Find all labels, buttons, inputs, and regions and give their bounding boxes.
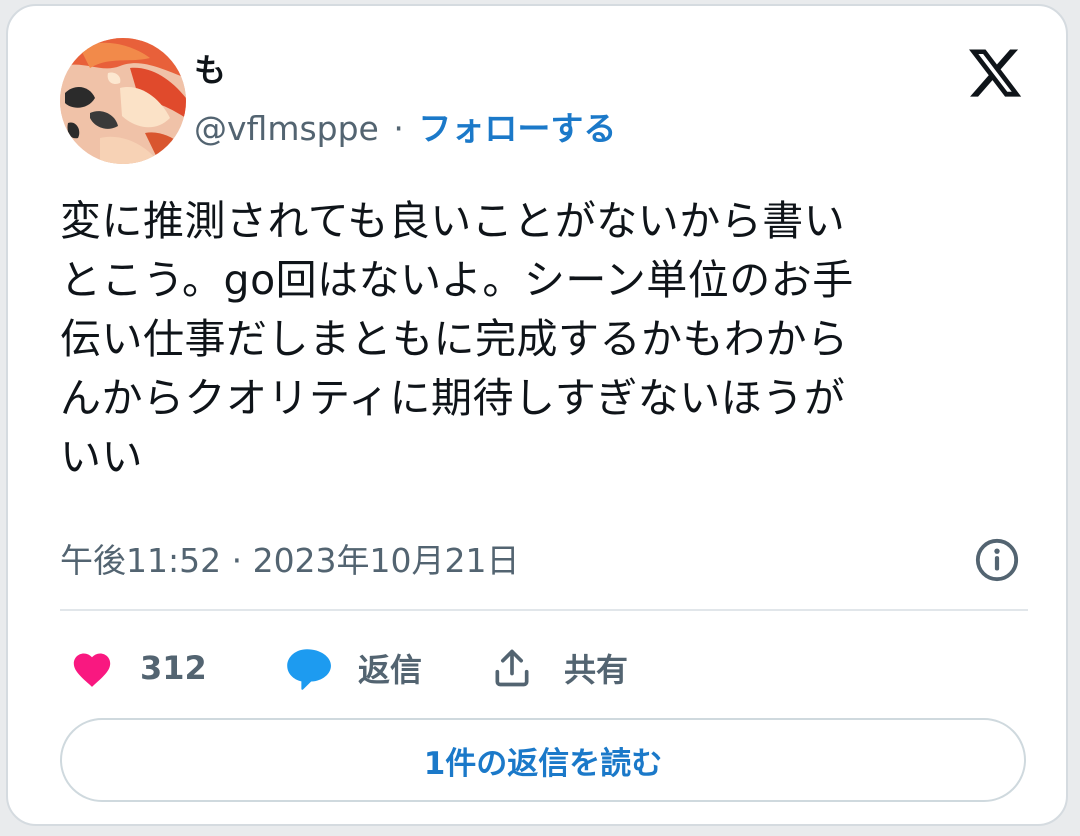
tweet-text-line: いい	[60, 433, 143, 481]
tweet-text-line: 変に推測されても良いことがないから書い	[60, 197, 846, 245]
like-count: 312	[140, 649, 207, 687]
reply-bubble-icon	[287, 649, 331, 690]
avatar[interactable]	[60, 38, 186, 164]
tweet-card: も @vflmsppe · フォローする 変に推測されても良いことがないから書い…	[6, 4, 1068, 826]
author-handle-row: @vflmsppe · フォローする	[194, 105, 616, 153]
tweet-timestamp[interactable]: 午後11:52 · 2023年10月21日	[60, 538, 520, 584]
info-icon[interactable]	[974, 537, 1020, 583]
like-button[interactable]: 312	[70, 640, 207, 696]
heart-icon	[73, 653, 111, 687]
author-name[interactable]: も	[194, 48, 226, 92]
tweet-text-line: んからクオリティに期待しすぎないほうが	[60, 374, 846, 422]
tweet-text: 変に推測されても良いことがないから書い とこう。go回はないよ。シーン単位のお手…	[60, 192, 1028, 487]
follow-button[interactable]: フォローする	[418, 109, 616, 148]
x-logo-icon[interactable]	[966, 44, 1024, 102]
share-button[interactable]: 共有	[490, 640, 628, 696]
avatar-image	[60, 38, 186, 164]
reply-button[interactable]: 返信	[282, 640, 422, 696]
read-replies-button[interactable]: 1件の返信を読む	[60, 718, 1026, 802]
tweet-text-line: とこう。go回はないよ。シーン単位のお手	[60, 256, 854, 304]
divider	[60, 609, 1028, 611]
read-replies-label: 1件の返信を読む	[423, 745, 663, 782]
author-handle[interactable]: @vflmsppe	[194, 109, 379, 148]
share-label: 共有	[564, 651, 629, 689]
reply-label: 返信	[358, 651, 423, 689]
tweet-text-line: 伝い仕事だしまともに完成するかもわから	[60, 315, 849, 363]
share-icon	[495, 649, 529, 687]
separator-dot: ·	[393, 109, 404, 148]
